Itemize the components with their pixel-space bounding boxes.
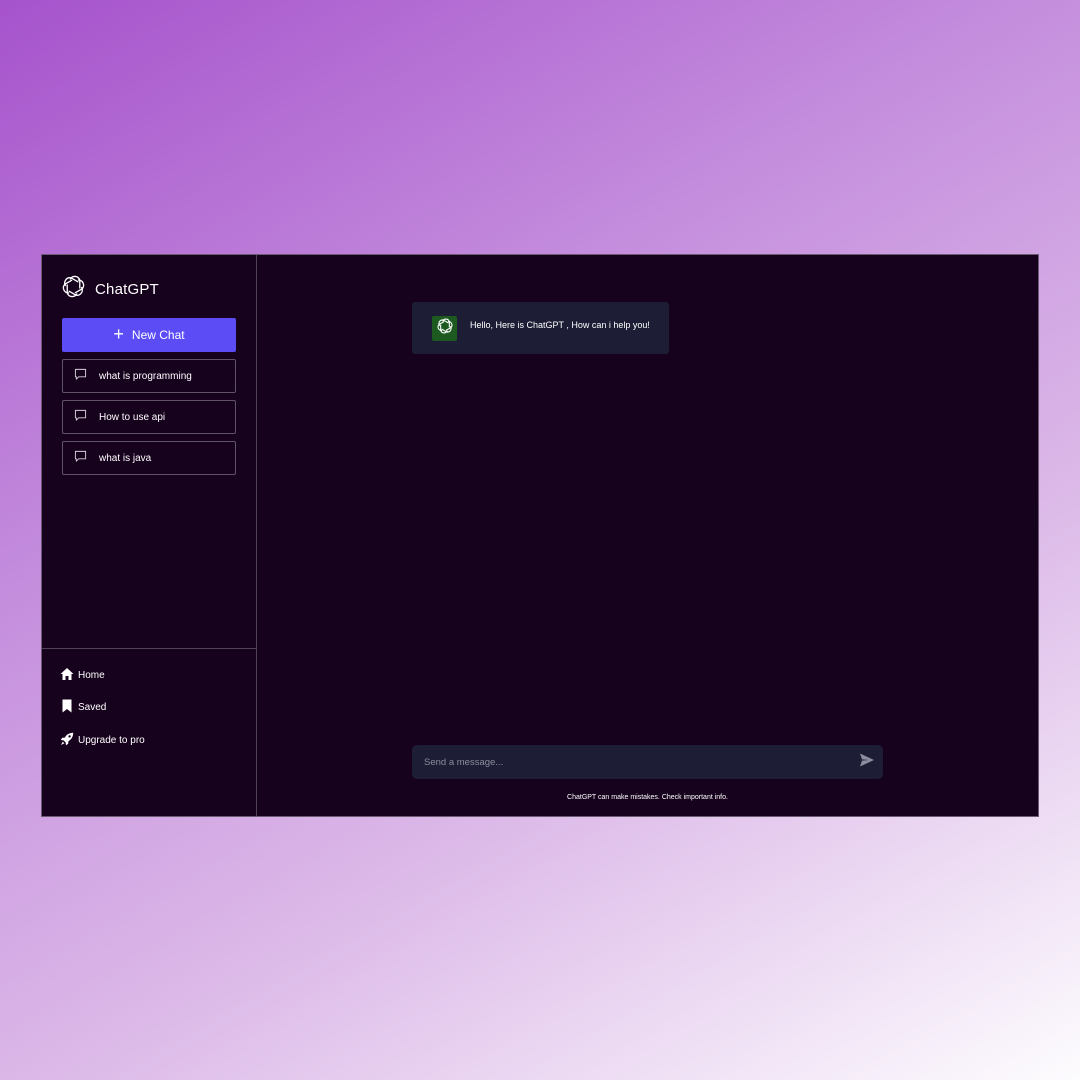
assistant-avatar <box>432 315 457 341</box>
sidebar-item-home[interactable]: Home <box>60 666 145 684</box>
chat-bubble-icon <box>74 368 87 384</box>
sidebar-item-label: Upgrade to pro <box>78 734 145 746</box>
sidebar-nav: Home Saved Upgrade to pro <box>60 666 145 764</box>
history-item[interactable]: what is programming <box>62 359 236 393</box>
sidebar-item-label: Home <box>78 669 105 681</box>
new-chat-label: New Chat <box>131 328 185 342</box>
message-input[interactable] <box>412 745 851 779</box>
assistant-message-text: Hello, Here is ChatGPT , How can i help … <box>470 319 650 330</box>
plus-icon: + <box>113 324 124 344</box>
sidebar-item-label: Saved <box>78 702 107 713</box>
new-chat-button[interactable]: + New Chat <box>62 318 236 352</box>
history-item-label: How to use api <box>99 411 166 423</box>
openai-logo-icon <box>59 272 88 306</box>
brand: ChatGPT <box>59 272 159 306</box>
disclaimer-text: ChatGPT can make mistakes. Check importa… <box>567 794 728 801</box>
send-icon <box>859 752 875 773</box>
assistant-message: Hello, Here is ChatGPT , How can i help … <box>412 302 669 354</box>
rocket-icon <box>60 732 74 749</box>
history-item-label: what is java <box>99 452 152 464</box>
history-item[interactable]: what is java <box>62 441 236 475</box>
sidebar-item-upgrade[interactable]: Upgrade to pro <box>60 731 145 749</box>
sidebar: ChatGPT + New Chat what is programming H… <box>42 255 257 816</box>
brand-name: ChatGPT <box>95 280 159 298</box>
sidebar-divider <box>42 648 256 649</box>
chat-main: Hello, Here is ChatGPT , How can i help … <box>257 255 1038 816</box>
bookmark-icon <box>60 699 74 716</box>
history-item[interactable]: How to use api <box>62 400 236 434</box>
sidebar-item-saved[interactable]: Saved <box>60 699 145 717</box>
send-button[interactable] <box>851 745 883 779</box>
chat-bubble-icon <box>74 450 87 466</box>
chat-app-window: ChatGPT + New Chat what is programming H… <box>41 254 1039 817</box>
chat-history-list: what is programming How to use api what … <box>62 359 236 482</box>
openai-logo-icon <box>435 316 455 341</box>
home-icon <box>60 667 74 684</box>
chat-bubble-icon <box>74 409 87 425</box>
history-item-label: what is programming <box>99 370 192 382</box>
message-composer <box>412 745 883 779</box>
